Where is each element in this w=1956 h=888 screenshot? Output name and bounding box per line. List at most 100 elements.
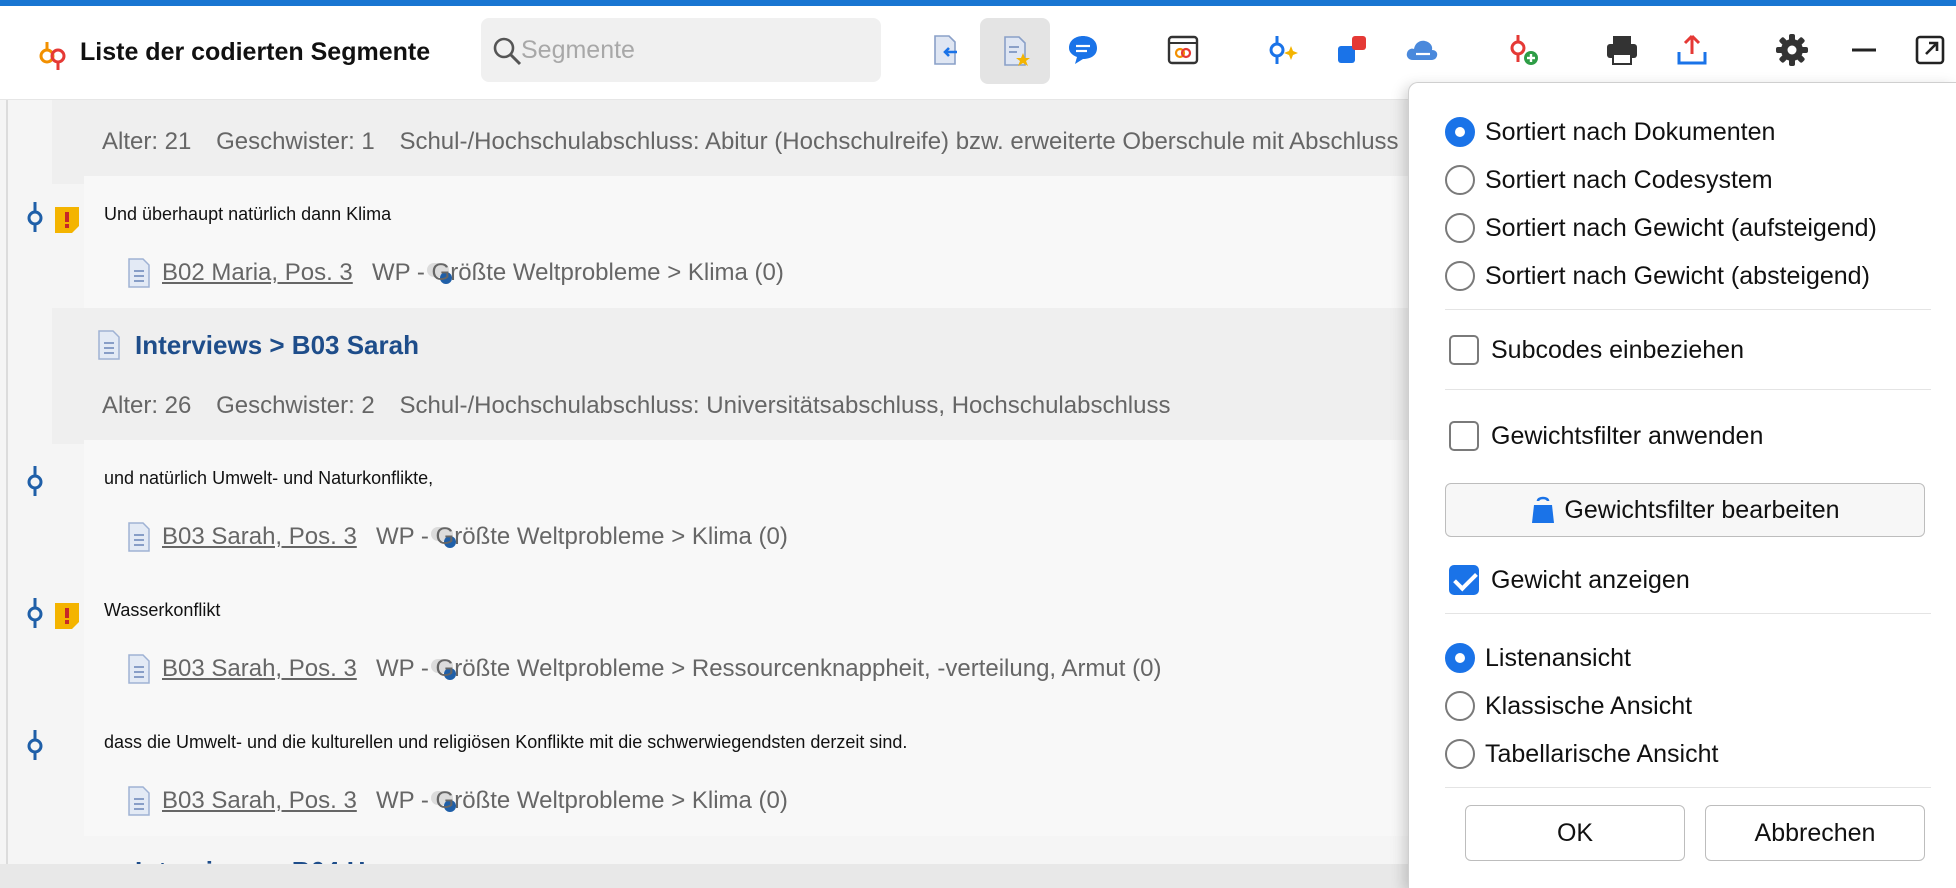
document-icon xyxy=(128,786,150,816)
document-icon xyxy=(128,654,150,684)
coded-segment-icon xyxy=(27,598,43,628)
edit-weight-filter-button[interactable]: Gewichtsfilter bearbeiten xyxy=(1445,483,1925,537)
sort-by-weight-desc-option[interactable]: Sortiert nach Gewicht (absteigend) xyxy=(1445,261,1870,291)
segment-text: dass die Umwelt- und die kulturellen und… xyxy=(104,732,908,752)
variable-geschwister: Geschwister: 2 xyxy=(216,392,375,419)
sort-by-codesystem-option[interactable]: Sortiert nach Codesystem xyxy=(1445,165,1773,195)
coded-segment-icon xyxy=(27,202,43,232)
toolbar-export-button[interactable] xyxy=(1662,20,1722,80)
export-icon xyxy=(1677,34,1707,65)
search-input[interactable] xyxy=(521,28,866,72)
list-view-option[interactable]: Listenansicht xyxy=(1445,643,1631,673)
toolbar-add-code-button[interactable] xyxy=(1493,20,1553,80)
cloud-icon xyxy=(1406,40,1438,60)
code-label: WP - Größte Weltprobleme > Ressourcenkna… xyxy=(376,655,1162,682)
variable-abschluss: Schul-/Hochschulabschluss: Universitätsa… xyxy=(399,392,1171,419)
list-bottom-strip xyxy=(0,864,1410,888)
segment-text: und natürlich Umwelt- und Naturkonflikte… xyxy=(104,468,434,488)
document-variables-row: Alter: 21 Geschwister: 1 Schul-/Hochschu… xyxy=(52,100,1410,184)
printer-icon xyxy=(1607,36,1637,65)
window-title: Liste der codierten Segmente xyxy=(80,38,431,66)
sort-by-documents-option[interactable]: Sortiert nach Dokumenten xyxy=(1445,117,1775,147)
expand-icon xyxy=(1915,35,1945,65)
search-icon xyxy=(493,37,522,66)
toolbar-squares-button[interactable] xyxy=(1322,20,1382,80)
segment-text: Wasserkonflikt xyxy=(104,600,221,620)
classic-view-option[interactable]: Klassische Ansicht xyxy=(1445,691,1692,721)
code-label: WP - Größte Weltprobleme > Klima (0) xyxy=(376,787,788,814)
panel-separator xyxy=(1445,309,1931,310)
weight-warning-icon xyxy=(55,603,79,629)
table-view-radio[interactable] xyxy=(1445,739,1475,769)
document-link[interactable]: B02 Maria, Pos. 3 xyxy=(162,259,353,287)
toolbar-expand-button[interactable] xyxy=(1900,20,1956,80)
code-add-icon xyxy=(1510,35,1538,65)
apply-weight-filter-checkbox[interactable] xyxy=(1449,421,1479,451)
code-sparkle-icon xyxy=(1269,36,1298,64)
toolbar-minimize-button[interactable] xyxy=(1834,20,1894,80)
list-view-radio[interactable] xyxy=(1445,643,1475,673)
show-weight-option[interactable]: Gewicht anzeigen xyxy=(1449,565,1690,595)
panel-separator xyxy=(1445,613,1931,614)
variable-abschluss: Schul-/Hochschulabschluss: Abitur (Hochs… xyxy=(399,128,1399,155)
document-group-header xyxy=(52,308,1410,444)
sort-by-codesystem-radio[interactable] xyxy=(1445,165,1475,195)
segment-row[interactable]: Und überhaupt natürlich dann Klima B02 M… xyxy=(84,176,1410,308)
toolbar-code-sparkle-button[interactable] xyxy=(1252,20,1312,80)
coded-segment-icon xyxy=(27,730,43,760)
cancel-button[interactable]: Abbrechen xyxy=(1705,805,1925,861)
gear-icon xyxy=(1776,34,1808,66)
document-icon xyxy=(128,522,150,552)
show-weight-checkbox[interactable] xyxy=(1449,565,1479,595)
window-code-icon xyxy=(1167,35,1199,65)
list-left-rule xyxy=(6,100,8,870)
squares-icon xyxy=(1338,36,1366,63)
toolbar-cloud-button[interactable] xyxy=(1392,20,1452,80)
panel-separator xyxy=(1445,389,1931,390)
segment-row[interactable]: dass die Umwelt- und die kulturellen und… xyxy=(84,704,1410,836)
minimize-icon xyxy=(1852,48,1876,52)
toolbar-settings-button[interactable] xyxy=(1762,20,1822,80)
document-variables-row: Alter: 26 Geschwister: 2 Schul-/Hochschu… xyxy=(102,392,1188,420)
weight-icon xyxy=(1532,496,1555,523)
coded-segments-icon xyxy=(39,42,66,70)
variable-alter: Alter: 21 xyxy=(102,128,192,155)
document-arrow-icon xyxy=(934,35,957,65)
panel-separator xyxy=(1445,787,1931,788)
sort-by-weight-desc-radio[interactable] xyxy=(1445,261,1475,291)
toolbar-window-code-button[interactable] xyxy=(1153,20,1213,80)
sort-by-documents-radio[interactable] xyxy=(1445,117,1475,147)
toolbar-comment-button[interactable] xyxy=(1053,20,1113,80)
include-subcodes-option[interactable]: Subcodes einbeziehen xyxy=(1449,335,1744,365)
code-label: WP - Größte Weltprobleme > Klima (0) xyxy=(372,259,784,286)
toolbar-document-arrow-button[interactable] xyxy=(915,20,975,80)
speech-bubble-icon xyxy=(1069,36,1097,64)
coded-segment-icon xyxy=(27,466,43,496)
weight-warning-icon xyxy=(55,207,79,233)
variable-geschwister: Geschwister: 1 xyxy=(216,128,375,155)
document-link[interactable]: B03 Sarah, Pos. 3 xyxy=(162,787,357,815)
document-icon xyxy=(98,330,120,360)
search-box[interactable] xyxy=(481,18,881,82)
segment-list[interactable]: Alter: 21 Geschwister: 1 Schul-/Hochschu… xyxy=(0,100,1410,888)
segment-row[interactable]: Wasserkonflikt B03 Sarah, Pos. 3 WP - Gr… xyxy=(84,572,1410,704)
apply-weight-filter-option[interactable]: Gewichtsfilter anwenden xyxy=(1449,421,1763,451)
table-view-option[interactable]: Tabellarische Ansicht xyxy=(1445,739,1718,769)
toolbar-print-button[interactable] xyxy=(1592,20,1652,80)
include-subcodes-checkbox[interactable] xyxy=(1449,335,1479,365)
ok-button[interactable]: OK xyxy=(1465,805,1685,861)
sort-by-weight-asc-radio[interactable] xyxy=(1445,213,1475,243)
document-link[interactable]: B03 Sarah, Pos. 3 xyxy=(162,523,357,551)
document-group-title[interactable]: Interviews > B03 Sarah xyxy=(135,330,419,361)
document-icon xyxy=(128,258,150,288)
document-star-icon xyxy=(1004,36,1030,66)
sort-by-weight-asc-option[interactable]: Sortiert nach Gewicht (aufsteigend) xyxy=(1445,213,1877,243)
toolbar-document-star-button[interactable] xyxy=(980,18,1050,84)
options-panel: Sortiert nach Dokumenten Sortiert nach C… xyxy=(1408,82,1956,888)
code-label: WP - Größte Weltprobleme > Klima (0) xyxy=(376,523,788,550)
classic-view-radio[interactable] xyxy=(1445,691,1475,721)
segment-text: Und überhaupt natürlich dann Klima xyxy=(104,204,392,224)
variable-alter: Alter: 26 xyxy=(102,392,192,419)
document-link[interactable]: B03 Sarah, Pos. 3 xyxy=(162,655,357,683)
segment-row[interactable]: und natürlich Umwelt- und Naturkonflikte… xyxy=(84,440,1410,572)
